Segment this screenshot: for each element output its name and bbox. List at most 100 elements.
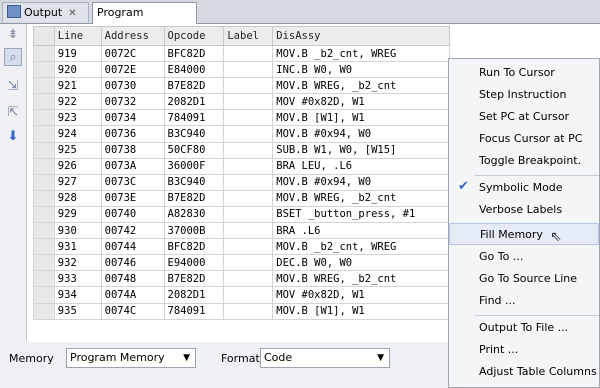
- table-row[interactable]: 927 0073C B3C940 MOV.B #0x94, W0: [33, 173, 450, 191]
- row-gutter[interactable]: [33, 302, 55, 320]
- row-gutter[interactable]: [33, 77, 55, 95]
- column-header-label[interactable]: Label: [223, 26, 274, 46]
- cell-address: 00734: [100, 109, 165, 127]
- cell-line: 919: [53, 44, 102, 63]
- cell-line: 929: [53, 205, 102, 224]
- memory-select[interactable]: Program Memory ▼: [66, 348, 196, 368]
- menu-item-find[interactable]: Find ...: [449, 290, 599, 312]
- cell-opcode: B7E82D: [163, 270, 225, 288]
- tab-bar: Output ✕ Program Memory✕: [0, 0, 600, 38]
- cell-line: 926: [53, 157, 102, 175]
- tab-program-memory[interactable]: Program Memory✕: [92, 2, 197, 38]
- gutter-header: [33, 26, 55, 46]
- column-header-disassy[interactable]: DisAssy: [272, 26, 450, 46]
- menu-item-verbose-labels[interactable]: Verbose Labels: [449, 199, 599, 221]
- row-gutter[interactable]: [33, 173, 55, 191]
- tab-output-label: Output: [24, 6, 63, 19]
- cell-line: 925: [53, 141, 102, 159]
- menu-item-print[interactable]: Print ...: [449, 339, 599, 361]
- cell-opcode: 36000F: [163, 157, 225, 175]
- step-out-icon[interactable]: ⇱: [4, 104, 22, 122]
- table-row[interactable]: 922 00732 2082D1 MOV #0x82D, W1: [33, 93, 450, 111]
- table-row[interactable]: 926 0073A 36000F BRA LEU, .L6: [33, 157, 450, 175]
- table-row[interactable]: 935 0074C 784091 MOV.B [W1], W1: [33, 302, 450, 320]
- menu-item-set-pc-at-cursor[interactable]: Set PC at Cursor: [449, 106, 599, 128]
- row-gutter[interactable]: [33, 270, 55, 288]
- context-menu: Run To Cursor Step Instruction Set PC at…: [448, 58, 600, 388]
- row-gutter[interactable]: [33, 254, 55, 272]
- cell-disassy: BSET _button_press, #1: [272, 205, 450, 224]
- cell-label: [223, 109, 274, 127]
- table-row[interactable]: 921 00730 B7E82D MOV.B WREG, _b2_cnt: [33, 77, 450, 95]
- cell-opcode: B3C940: [163, 125, 225, 143]
- menu-separator: [475, 175, 599, 176]
- row-gutter[interactable]: [33, 141, 55, 159]
- row-gutter[interactable]: [33, 189, 55, 207]
- table-row[interactable]: 934 0074A 2082D1 MOV #0x82D, W1: [33, 286, 450, 304]
- row-gutter[interactable]: [33, 286, 55, 304]
- column-header-address[interactable]: Address: [100, 26, 165, 46]
- cell-opcode: 784091: [163, 109, 225, 127]
- step-over-icon[interactable]: ⇲: [4, 78, 22, 96]
- cell-line: 934: [53, 286, 102, 304]
- menu-item-toggle-breakpoint[interactable]: Toggle Breakpoint.: [449, 150, 599, 172]
- menu-item-symbolic-mode[interactable]: Symbolic Mode: [449, 177, 599, 199]
- cell-label: [223, 61, 274, 79]
- row-gutter[interactable]: [33, 205, 55, 224]
- column-header-opcode[interactable]: Opcode: [163, 26, 225, 46]
- cell-address: 0072E: [100, 61, 165, 79]
- table-row[interactable]: 924 00736 B3C940 MOV.B #0x94, W0: [33, 125, 450, 143]
- table-row[interactable]: 923 00734 784091 MOV.B [W1], W1: [33, 109, 450, 127]
- menu-item-step-instruction[interactable]: Step Instruction: [449, 84, 599, 106]
- cell-label: [223, 238, 274, 256]
- step-icon[interactable]: ⇟: [4, 26, 22, 44]
- close-icon[interactable]: ✕: [68, 8, 76, 19]
- row-gutter[interactable]: [33, 125, 55, 143]
- cell-line: 933: [53, 270, 102, 288]
- row-gutter[interactable]: [33, 93, 55, 111]
- search-icon[interactable]: ⌕: [4, 48, 22, 66]
- cell-disassy: BRA LEU, .L6: [272, 157, 450, 175]
- table-row[interactable]: 928 0073E B7E82D MOV.B WREG, _b2_cnt: [33, 189, 450, 207]
- table-row[interactable]: 932 00746 E94000 DEC.B W0, W0: [33, 254, 450, 272]
- cell-disassy: MOV.B WREG, _b2_cnt: [272, 189, 450, 207]
- column-header-line[interactable]: Line: [53, 26, 102, 46]
- cell-disassy: MOV.B #0x94, W0: [272, 173, 450, 191]
- memory-label: Memory: [9, 352, 54, 365]
- row-gutter[interactable]: [33, 44, 55, 63]
- menu-item-focus-cursor-at-pc[interactable]: Focus Cursor at PC: [449, 128, 599, 150]
- cell-line: 930: [53, 222, 102, 240]
- table-row[interactable]: 931 00744 BFC82D MOV.B _b2_cnt, WREG: [33, 238, 450, 256]
- cell-disassy: MOV.B WREG, _b2_cnt: [272, 77, 450, 95]
- table-row[interactable]: 919 0072C BFC82D MOV.B _b2_cnt, WREG: [33, 44, 450, 63]
- tab-output[interactable]: Output ✕: [2, 2, 89, 22]
- cell-disassy: MOV.B [W1], W1: [272, 302, 450, 320]
- table-row[interactable]: 933 00748 B7E82D MOV.B WREG, _b2_cnt: [33, 270, 450, 288]
- menu-item-go-to[interactable]: Go To ...: [449, 246, 599, 268]
- cell-line: 923: [53, 109, 102, 127]
- menu-item-fill-memory[interactable]: Fill Memory ⇖: [449, 223, 599, 245]
- menu-item-run-to-cursor[interactable]: Run To Cursor: [449, 62, 599, 84]
- format-select[interactable]: Code ▼: [260, 348, 390, 368]
- menu-item-adjust-table-columns[interactable]: Adjust Table Columns: [449, 361, 599, 383]
- cell-opcode: 50CF80: [163, 141, 225, 159]
- cell-line: 935: [53, 302, 102, 320]
- row-gutter[interactable]: [33, 61, 55, 79]
- menu-separator: [475, 315, 599, 316]
- down-arrow-icon[interactable]: ⬇: [4, 128, 22, 146]
- table-row[interactable]: 930 00742 37000B BRA .L6: [33, 222, 450, 240]
- row-gutter[interactable]: [33, 157, 55, 175]
- cell-disassy: MOV.B #0x94, W0: [272, 125, 450, 143]
- cell-label: [223, 93, 274, 111]
- table-row[interactable]: 925 00738 50CF80 SUB.B W1, W0, [W15]: [33, 141, 450, 159]
- cell-label: [223, 189, 274, 207]
- menu-item-output-to-file[interactable]: Output To File ...: [449, 317, 599, 339]
- row-gutter[interactable]: [33, 222, 55, 240]
- cell-address: 00742: [100, 222, 165, 240]
- row-gutter[interactable]: [33, 109, 55, 127]
- menu-item-go-to-source-line[interactable]: Go To Source Line: [449, 268, 599, 290]
- row-gutter[interactable]: [33, 238, 55, 256]
- table-row[interactable]: 929 00740 A82830 BSET _button_press, #1: [33, 205, 450, 224]
- table-row[interactable]: 920 0072E E84000 INC.B W0, W0: [33, 61, 450, 79]
- cell-address: 00738: [100, 141, 165, 159]
